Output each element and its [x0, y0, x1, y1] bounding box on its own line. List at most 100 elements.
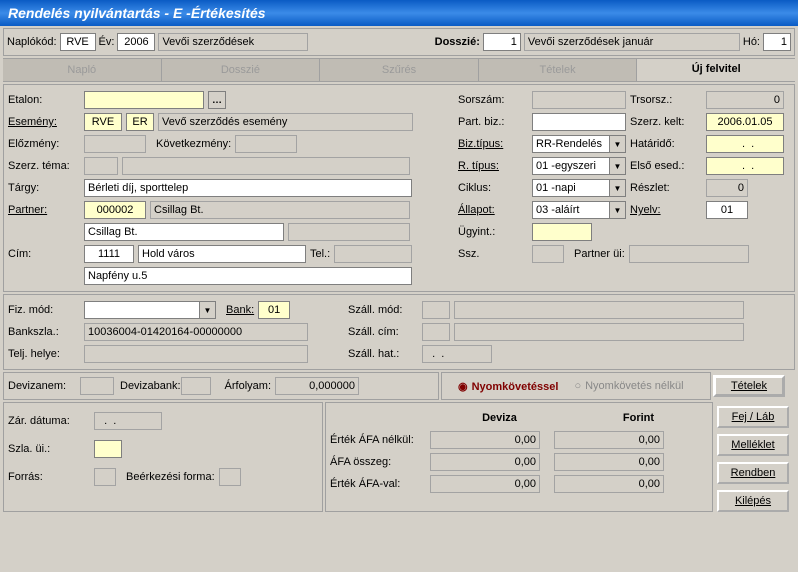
tetelek-button[interactable]: Tételek: [713, 375, 785, 397]
beerkezesi-label: Beérkezési forma:: [126, 471, 215, 483]
szerz-tema-label: Szerz. téma:: [8, 160, 80, 172]
kovetkezmeny-input: [235, 135, 297, 153]
ho-input[interactable]: [763, 33, 791, 51]
dosszie-label: Dosszié:: [435, 36, 480, 48]
elozmeny-label: Előzmény:: [8, 138, 80, 150]
chevron-down-icon[interactable]: ▼: [200, 301, 216, 319]
fejlab-button[interactable]: Fej / Láb: [717, 406, 789, 428]
szallcim-code: [422, 323, 450, 341]
main-right: Sorszám: Trsorsz.: Part. biz.: Szerz. ke…: [458, 89, 798, 287]
cim-label: Cím:: [8, 248, 80, 260]
elsoesed-input[interactable]: [706, 157, 784, 175]
teljhelye-label: Telj. helye:: [8, 348, 80, 360]
hatarido-input[interactable]: [706, 135, 784, 153]
tab-dosszie[interactable]: Dosszié: [162, 59, 321, 81]
window-titlebar: Rendelés nyilvántartás - E -Értékesítés: [0, 0, 798, 26]
totals-col-forint: Forint: [569, 412, 708, 424]
totals-d1: [430, 431, 540, 449]
chevron-down-icon[interactable]: ▼: [610, 157, 626, 175]
allapot-select[interactable]: [532, 201, 610, 219]
trsorsz-input: [706, 91, 784, 109]
etalon-browse-button[interactable]: …: [208, 91, 226, 109]
totals-f2: [554, 453, 664, 471]
kilepes-button[interactable]: Kilépés: [717, 490, 789, 512]
radio-nyomkovetessel[interactable]: Nyomkövetéssel: [458, 380, 558, 393]
zar-input: [94, 412, 162, 430]
esemeny-label[interactable]: Esemény:: [8, 116, 80, 128]
ugyint-input[interactable]: [532, 223, 592, 241]
partbiz-label: Part. biz.:: [458, 116, 528, 128]
dosszie-input[interactable]: [483, 33, 521, 51]
forras-label: Forrás:: [8, 471, 90, 483]
rtipus-label[interactable]: R. típus:: [458, 160, 528, 172]
cim-addr[interactable]: [84, 267, 412, 285]
rtipus-select[interactable]: [532, 157, 610, 175]
totals-d3: [430, 475, 540, 493]
totals-row3-label: Érték ÁFA-val:: [330, 478, 430, 490]
ugyint-label: Ügyint.:: [458, 226, 528, 238]
bankszla-label: Bankszla.:: [8, 326, 80, 338]
naplokod-label: Naplókód:: [7, 36, 57, 48]
targy-label: Tárgy:: [8, 182, 80, 194]
biztipus-select[interactable]: [532, 135, 610, 153]
tab-szures[interactable]: Szűrés: [320, 59, 479, 81]
beerkezesi-input: [219, 468, 241, 486]
esemeny-desc: [158, 113, 413, 131]
cim-zip[interactable]: [84, 245, 134, 263]
bankszla-input: [84, 323, 308, 341]
ribbon-bar: Naplókód: Év: Dosszié: Hó:: [3, 28, 795, 56]
naplokod-input[interactable]: [60, 33, 96, 51]
devizabank-input: [181, 377, 211, 395]
allapot-label[interactable]: Állapot:: [458, 204, 528, 216]
elozmeny-input: [84, 135, 146, 153]
totals-row1-label: Érték ÁFA nélkül:: [330, 434, 430, 446]
tel-label: Tel.:: [310, 248, 330, 260]
bank-input[interactable]: [258, 301, 290, 319]
esemeny-code2[interactable]: [126, 113, 154, 131]
chevron-down-icon[interactable]: ▼: [610, 135, 626, 153]
partner-name2[interactable]: [84, 223, 284, 241]
partbiz-input[interactable]: [532, 113, 626, 131]
forras-input: [94, 468, 116, 486]
esemeny-code1[interactable]: [84, 113, 122, 131]
targy-input[interactable]: [84, 179, 412, 197]
zar-label: Zár. dátuma:: [8, 415, 90, 427]
ev-input[interactable]: [117, 33, 155, 51]
rendben-button[interactable]: Rendben: [717, 462, 789, 484]
ev-label: Év:: [99, 36, 115, 48]
radio-nyomkovetes-nelkul[interactable]: Nyomkövetés nélkül: [574, 380, 683, 392]
reszlet-input: [706, 179, 748, 197]
ciklus-label: Ciklus:: [458, 182, 528, 194]
nyelv-label[interactable]: Nyelv:: [630, 204, 702, 216]
devizanem-label: Devizanem:: [8, 380, 80, 392]
fizmod-select[interactable]: [84, 301, 200, 319]
tab-tetelek[interactable]: Tételek: [479, 59, 638, 81]
ciklus-select[interactable]: [532, 179, 610, 197]
szerzkelt-input[interactable]: [706, 113, 784, 131]
chevron-down-icon[interactable]: ▼: [610, 179, 626, 197]
szlaui-label: Szla. üi.:: [8, 443, 90, 455]
sorszam-label: Sorszám:: [458, 94, 528, 106]
ho-label: Hó:: [743, 36, 760, 48]
ssz-input: [532, 245, 564, 263]
cim-city[interactable]: [138, 245, 306, 263]
szlaui-input[interactable]: [94, 440, 122, 458]
partner-code[interactable]: [84, 201, 146, 219]
szallmod-desc: [454, 301, 744, 319]
tab-naplo[interactable]: Napló: [3, 59, 162, 81]
szallmod-code: [422, 301, 450, 319]
szallhat-label: Száll. hat.:: [348, 348, 418, 360]
melleklet-button[interactable]: Melléklet: [717, 434, 789, 456]
totals-row2-label: ÁFA összeg:: [330, 456, 430, 468]
partnerui-label: Partner üi:: [574, 248, 625, 260]
bank-label[interactable]: Bank:: [226, 304, 254, 316]
tab-ujfelvitel[interactable]: Új felvitel: [637, 59, 795, 81]
arfolyam-input: [275, 377, 359, 395]
reszlet-label: Részlet:: [630, 182, 702, 194]
nyelv-input[interactable]: [706, 201, 748, 219]
szallcim-label: Száll. cím:: [348, 326, 418, 338]
chevron-down-icon[interactable]: ▼: [610, 201, 626, 219]
etalon-input[interactable]: [84, 91, 204, 109]
partner-label[interactable]: Partner:: [8, 204, 80, 216]
biztipus-label[interactable]: Biz.típus:: [458, 138, 528, 150]
